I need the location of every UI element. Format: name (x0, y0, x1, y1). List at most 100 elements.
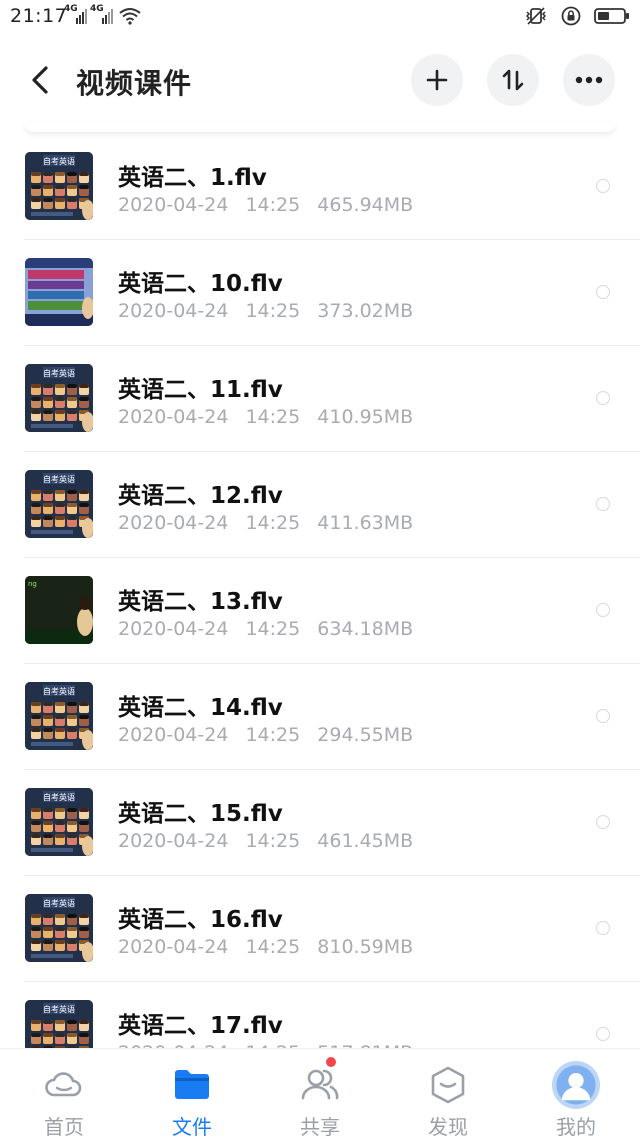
file-time: 14:25 (245, 512, 301, 534)
svg-text:自考英语: 自考英语 (43, 898, 75, 908)
discover-icon (431, 1066, 465, 1104)
chevron-left-icon (32, 66, 48, 94)
svg-text:自考英语: 自考英语 (43, 686, 75, 696)
network-type-2: 4G (90, 4, 104, 14)
file-meta: 2020-04-24 14:25 634.18MB (118, 618, 424, 640)
vibrate-icon (524, 6, 548, 31)
tab-home[interactable]: 首页 (0, 1049, 128, 1139)
file-row[interactable]: 自考英语 英语二、1.flv 2020-04-24 14:25 465.94MB (0, 134, 640, 240)
file-time: 14:25 (245, 936, 301, 958)
video-thumbnail: 自考英语 (25, 1000, 93, 1048)
status-time: 21:17 (10, 5, 68, 27)
tab-mine-label: 我的 (556, 1115, 596, 1139)
file-name: 英语二、10.flv (118, 271, 283, 297)
svg-text:自考英语: 自考英语 (43, 474, 75, 484)
network-type-1: 4G (64, 4, 78, 14)
file-date: 2020-04-24 (118, 936, 229, 958)
file-name: 英语二、17.flv (118, 1013, 283, 1039)
more-button[interactable] (563, 54, 615, 106)
file-time: 14:25 (245, 300, 301, 322)
file-row[interactable]: 自考英语 英语二、16.flv 2020-04-24 14:25 810.59M… (0, 876, 640, 982)
file-size: 410.95MB (317, 406, 414, 428)
file-row[interactable]: 英语二、10.flv 2020-04-24 14:25 373.02MB (0, 240, 640, 346)
video-thumbnail: 自考英语 (25, 788, 93, 856)
signal-icon-1: 4G (64, 4, 88, 31)
sort-icon (502, 69, 524, 91)
file-time: 14:25 (245, 618, 301, 640)
file-date: 2020-04-24 (118, 300, 229, 322)
file-name: 英语二、1.flv (118, 165, 267, 191)
file-time: 14:25 (245, 830, 301, 852)
video-thumbnail: 自考英语 (25, 152, 93, 220)
people-icon (301, 1069, 339, 1100)
select-radio[interactable] (596, 391, 610, 405)
file-row[interactable]: 自考英语 英语二、15.flv 2020-04-24 14:25 461.45M… (0, 770, 640, 876)
tab-mine[interactable]: 我的 (512, 1049, 640, 1139)
rotation-lock-icon (560, 5, 582, 32)
file-meta: 2020-04-24 14:25 810.59MB (118, 936, 424, 958)
file-time: 14:25 (245, 194, 301, 216)
file-name: 英语二、16.flv (118, 907, 283, 933)
tab-share[interactable]: 共享 (256, 1049, 384, 1139)
signal-icon-2: 4G (90, 4, 114, 31)
svg-text:自考英语: 自考英语 (43, 792, 75, 802)
back-button[interactable] (26, 64, 56, 96)
svg-text:自考英语: 自考英语 (43, 156, 75, 166)
file-time: 14:25 (245, 406, 301, 428)
avatar-icon (552, 1061, 600, 1109)
tab-bar: 首页 文件 共享 发现 我的 (0, 1048, 640, 1139)
sort-button[interactable] (487, 54, 539, 106)
folder-icon (175, 1070, 209, 1099)
header-shadow (24, 122, 616, 132)
add-button[interactable] (411, 54, 463, 106)
file-row[interactable]: 自考英语 英语二、11.flv 2020-04-24 14:25 410.95M… (0, 346, 640, 452)
select-radio[interactable] (596, 603, 610, 617)
status-bar: 21:17 4G 4G (0, 0, 640, 34)
select-radio[interactable] (596, 1027, 610, 1041)
file-row[interactable]: 自考英语 英语二、17.flv 2020-04-24 14:25 517.81M… (0, 982, 640, 1048)
file-meta: 2020-04-24 14:25 373.02MB (118, 300, 424, 322)
page-title: 视频课件 (76, 67, 193, 100)
select-radio[interactable] (596, 285, 610, 299)
select-radio[interactable] (596, 497, 610, 511)
file-meta: 2020-04-24 14:25 294.55MB (118, 724, 424, 746)
video-thumbnail (25, 258, 93, 326)
file-name: 英语二、15.flv (118, 801, 283, 827)
file-list: 自考英语 英语二、1.flv 2020-04-24 14:25 465.94MB… (0, 134, 640, 1048)
file-row[interactable]: 自考英语 英语二、14.flv 2020-04-24 14:25 294.55M… (0, 664, 640, 770)
tab-discover-label: 发现 (428, 1115, 468, 1139)
tab-share-label: 共享 (300, 1115, 340, 1139)
select-radio[interactable] (596, 921, 610, 935)
select-radio[interactable] (596, 709, 610, 723)
battery-icon (594, 6, 630, 31)
file-row[interactable]: ng 英语二、13.flv 2020-04-24 14:25 634.18MB (0, 558, 640, 664)
file-time: 14:25 (245, 724, 301, 746)
file-date: 2020-04-24 (118, 724, 229, 746)
file-name: 英语二、14.flv (118, 695, 283, 721)
file-date: 2020-04-24 (118, 512, 229, 534)
cloud-icon (45, 1072, 82, 1097)
tab-files[interactable]: 文件 (128, 1049, 256, 1139)
more-dots-icon (575, 76, 603, 84)
svg-text:ng: ng (28, 580, 37, 588)
file-size: 810.59MB (317, 936, 414, 958)
video-thumbnail: 自考英语 (25, 364, 93, 432)
file-name: 英语二、12.flv (118, 483, 283, 509)
notification-badge (326, 1057, 336, 1067)
svg-text:自考英语: 自考英语 (43, 1004, 75, 1014)
svg-text:自考英语: 自考英语 (43, 368, 75, 378)
file-meta: 2020-04-24 14:25 461.45MB (118, 830, 424, 852)
file-size: 461.45MB (317, 830, 414, 852)
video-thumbnail: 自考英语 (25, 470, 93, 538)
file-date: 2020-04-24 (118, 194, 229, 216)
tab-home-label: 首页 (44, 1115, 84, 1139)
tab-discover[interactable]: 发现 (384, 1049, 512, 1139)
file-size: 411.63MB (317, 512, 414, 534)
select-radio[interactable] (596, 179, 610, 193)
file-date: 2020-04-24 (118, 406, 229, 428)
header: 视频课件 (0, 34, 640, 130)
video-thumbnail: 自考英语 (25, 894, 93, 962)
select-radio[interactable] (596, 815, 610, 829)
file-name: 英语二、11.flv (118, 377, 283, 403)
file-row[interactable]: 自考英语 英语二、12.flv 2020-04-24 14:25 411.63M… (0, 452, 640, 558)
